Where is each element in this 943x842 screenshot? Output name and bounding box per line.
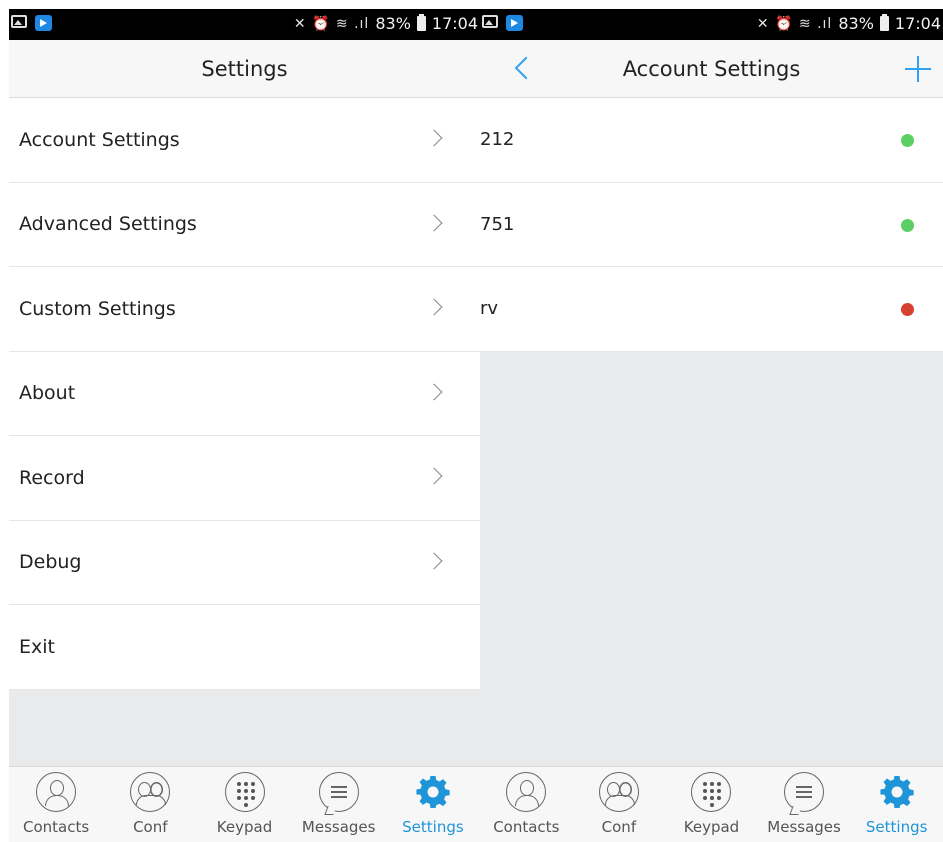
accounts-list: 212 751 rv xyxy=(480,98,943,352)
settings-item-label: Custom Settings xyxy=(19,297,176,320)
settings-item-label: Exit xyxy=(19,635,55,658)
account-row[interactable]: 751 xyxy=(480,182,943,267)
settings-item-account[interactable]: Account Settings xyxy=(9,98,480,183)
gallery-icon xyxy=(11,15,27,28)
keypad-icon xyxy=(224,772,265,812)
battery-percent: 83% xyxy=(838,14,874,33)
chevron-right-icon xyxy=(425,129,443,147)
tab-label: Messages xyxy=(767,818,841,836)
signal-icons: ✕ ⏰ ≋ .ıl xyxy=(293,15,370,32)
tab-conf[interactable]: Conf xyxy=(103,767,197,842)
tab-messages[interactable]: Messages xyxy=(292,767,386,842)
status-indicators: ✕ ⏰ ≋ .ıl 83% 17:04 xyxy=(757,14,941,33)
settings-item-label: Record xyxy=(19,466,85,489)
app-icon xyxy=(35,15,52,31)
status-dot-offline xyxy=(901,303,914,316)
settings-item-advanced[interactable]: Advanced Settings xyxy=(9,182,480,267)
settings-item-record[interactable]: Record xyxy=(9,436,480,521)
settings-item-debug[interactable]: Debug xyxy=(9,520,480,605)
settings-item-label: Debug xyxy=(19,551,82,574)
tab-label: Keypad xyxy=(216,818,273,836)
status-dot-online xyxy=(901,134,914,147)
tab-label: Conf xyxy=(601,818,637,836)
settings-screen: ✕ ⏰ ≋ .ıl 83% 17:04 Settings Account Set… xyxy=(9,9,480,842)
gallery-icon xyxy=(482,15,498,28)
tab-label: Conf xyxy=(133,818,168,836)
tab-settings[interactable]: Settings xyxy=(386,767,480,842)
tab-contacts[interactable]: Contacts xyxy=(480,767,573,842)
status-indicators: ✕ ⏰ ≋ .ıl 83% 17:04 xyxy=(294,14,478,33)
tab-label: Settings xyxy=(402,818,464,836)
account-name: rv xyxy=(480,298,499,320)
tab-keypad[interactable]: Keypad xyxy=(665,767,758,842)
clock: 17:04 xyxy=(894,14,941,33)
status-bar: ✕ ⏰ ≋ .ıl 83% 17:04 xyxy=(9,9,480,40)
tab-keypad[interactable]: Keypad xyxy=(197,767,291,842)
tab-label: Contacts xyxy=(23,818,90,836)
settings-item-label: Advanced Settings xyxy=(19,213,197,236)
settings-item-label: About xyxy=(19,382,76,405)
settings-icon xyxy=(413,772,453,812)
settings-list: Account Settings Advanced Settings Custo… xyxy=(9,98,480,690)
chevron-right-icon xyxy=(425,383,443,400)
chevron-right-icon xyxy=(425,552,443,569)
account-name: 212 xyxy=(480,129,515,151)
title-bar: Account Settings xyxy=(480,40,943,98)
status-bar: ✕ ⏰ ≋ .ıl 83% 17:04 xyxy=(480,9,943,40)
clock: 17:04 xyxy=(431,14,478,33)
settings-item-exit[interactable]: Exit xyxy=(9,605,480,690)
add-account-button[interactable] xyxy=(903,54,933,84)
tab-bar: Contacts Conf Keypad Messages Settings xyxy=(480,766,943,842)
notification-icons xyxy=(11,15,52,31)
tab-conf[interactable]: Conf xyxy=(573,767,666,842)
tab-label: Settings xyxy=(865,818,928,836)
page-title: Account Settings xyxy=(622,56,801,81)
contacts-icon xyxy=(506,772,547,812)
tab-label: Contacts xyxy=(493,818,560,836)
notification-icons xyxy=(482,15,523,31)
settings-icon xyxy=(877,772,917,812)
battery-percent: 83% xyxy=(375,14,411,33)
messages-icon xyxy=(784,772,825,812)
tab-contacts[interactable]: Contacts xyxy=(9,767,103,842)
page-title: Settings xyxy=(201,56,288,81)
chevron-right-icon xyxy=(425,467,443,485)
tab-settings[interactable]: Settings xyxy=(850,767,943,842)
keypad-icon xyxy=(691,772,732,812)
tab-bar: Contacts Conf Keypad Messages Settings xyxy=(9,766,480,842)
account-settings-screen: ✕ ⏰ ≋ .ıl 83% 17:04 Account Settings 212… xyxy=(480,9,943,842)
conf-icon xyxy=(598,772,639,812)
messages-icon xyxy=(318,772,359,812)
tab-messages[interactable]: Messages xyxy=(758,767,851,842)
title-bar: Settings xyxy=(9,40,480,98)
contacts-icon xyxy=(36,772,77,812)
account-row[interactable]: rv xyxy=(480,267,943,352)
battery-icon xyxy=(879,14,889,31)
tab-label: Keypad xyxy=(683,818,740,836)
account-name: 751 xyxy=(480,213,515,235)
signal-icons: ✕ ⏰ ≋ .ıl xyxy=(756,15,833,32)
battery-icon xyxy=(416,14,426,31)
status-dot-online xyxy=(901,218,914,232)
chevron-right-icon xyxy=(425,298,443,316)
settings-item-about[interactable]: About xyxy=(9,351,480,436)
back-button[interactable] xyxy=(508,52,538,86)
conf-icon xyxy=(130,772,171,812)
chevron-right-icon xyxy=(425,214,443,231)
app-icon xyxy=(506,15,523,31)
tab-label: Messages xyxy=(301,818,376,836)
settings-item-custom[interactable]: Custom Settings xyxy=(9,267,480,352)
account-row[interactable]: 212 xyxy=(480,98,943,183)
settings-item-label: Account Settings xyxy=(19,128,180,151)
